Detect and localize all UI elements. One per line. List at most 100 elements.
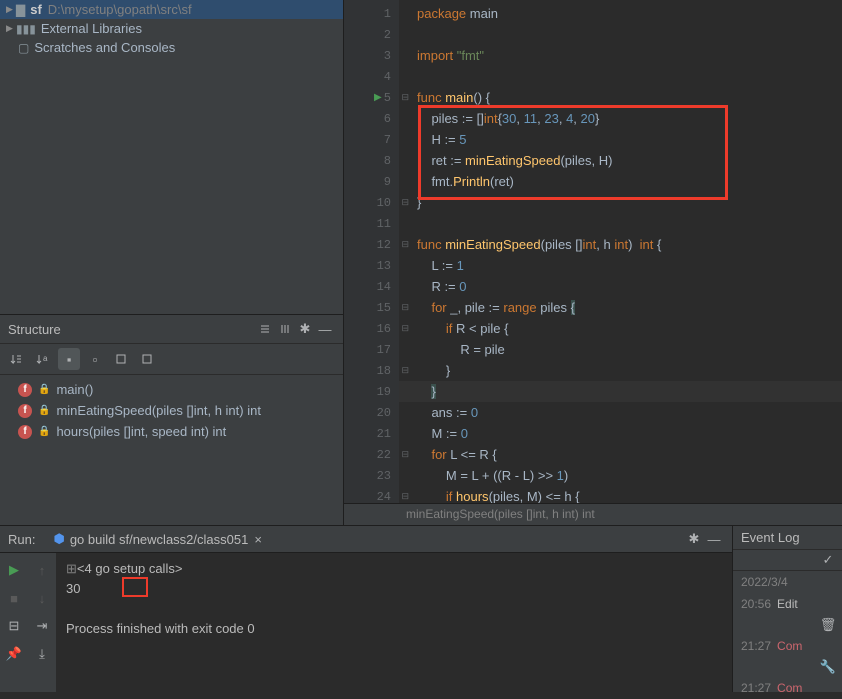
event-time: 21:27 — [741, 681, 771, 695]
event-log-title: Event Log — [733, 526, 842, 550]
code-line[interactable]: M := 0 — [399, 423, 842, 444]
run-config-tab[interactable]: ⬢ go build sf/newclass2/class051 × — [45, 529, 269, 549]
code-line[interactable]: for _, pile := range piles { — [399, 297, 842, 318]
gutter-line[interactable]: 8 — [344, 150, 399, 171]
go-icon: ⬢ — [53, 531, 64, 547]
gutter-line[interactable]: 9 — [344, 171, 399, 192]
gutter-line[interactable]: 23 — [344, 465, 399, 486]
code-line[interactable] — [399, 24, 842, 45]
minimize-icon[interactable]: — — [315, 319, 335, 339]
code-line[interactable]: L := 1 — [399, 255, 842, 276]
gutter-line[interactable]: 13 — [344, 255, 399, 276]
structure-item[interactable]: f🔒minEatingSpeed(piles []int, h int) int — [0, 400, 343, 421]
event-time: 21:27 — [741, 639, 771, 653]
console-exit-line: Process finished with exit code 0 — [66, 619, 722, 639]
gutter-line[interactable]: 19⊟ — [344, 381, 399, 402]
structure-item[interactable]: f 🔒 main() — [0, 379, 343, 400]
project-root-path: D:\mysetup\gopath\src\sf — [48, 2, 192, 17]
trash-icon[interactable]: 🗑 — [820, 617, 836, 633]
wrench-icon[interactable]: 🔧 — [820, 659, 836, 675]
project-tree: ▶ ▇ sf D:\mysetup\gopath\src\sf ▶ ▮▮▮ Ex… — [0, 0, 343, 315]
code-line[interactable] — [399, 66, 842, 87]
gear-icon[interactable]: ✱ — [684, 529, 704, 549]
softwrap-icon[interactable]: ⇥ — [30, 614, 54, 638]
gutter-line[interactable]: 6 — [344, 108, 399, 129]
event-log-panel: Event Log ✓ 2022/3/4 20:56Edit🗑21:27Com🔧… — [732, 526, 842, 692]
code-line[interactable]: R := 0 — [399, 276, 842, 297]
gutter-line[interactable]: 7 — [344, 129, 399, 150]
gutter-line[interactable]: 17 — [344, 339, 399, 360]
sort-visibility-icon[interactable]: a — [32, 348, 54, 370]
filter-fields-icon[interactable]: ▪ — [58, 348, 80, 370]
gutter-line[interactable]: 20 — [344, 402, 399, 423]
code-editor[interactable]: 1234▶5⊟678910⊟1112⊟131415⊟16⊟1718⊟19⊟202… — [344, 0, 842, 525]
code-line[interactable]: if R < pile { — [399, 318, 842, 339]
run-gutter-icon[interactable]: ▶ — [374, 92, 382, 103]
stop-button[interactable]: ■ — [2, 586, 26, 610]
function-badge-icon: f — [18, 383, 32, 397]
structure-item-label: minEatingSpeed(piles []int, h int) int — [56, 403, 261, 418]
run-button[interactable]: ▶ — [2, 558, 26, 582]
code-line[interactable]: package main — [399, 3, 842, 24]
up-icon[interactable]: ↑ — [30, 558, 54, 582]
event-msg: Com — [777, 639, 802, 653]
gutter-line[interactable]: 1 — [344, 3, 399, 24]
code-line[interactable]: for L <= R { — [399, 444, 842, 465]
gutter-line[interactable]: 18⊟ — [344, 360, 399, 381]
lock-icon: 🔒 — [38, 384, 50, 395]
code-line[interactable]: } — [399, 381, 842, 402]
scratches-row[interactable]: ▢ Scratches and Consoles — [0, 38, 343, 57]
project-root-row[interactable]: ▶ ▇ sf D:\mysetup\gopath\src\sf — [0, 0, 343, 19]
code-line[interactable] — [399, 213, 842, 234]
gutter-line[interactable]: ▶5⊟ — [344, 87, 399, 108]
library-icon: ▮▮▮ — [16, 22, 36, 36]
scroll-icon[interactable]: ⤓ — [30, 642, 54, 666]
code-line[interactable]: M = L + ((R - L) >> 1) — [399, 465, 842, 486]
code-line[interactable]: } — [399, 360, 842, 381]
mark-read-icon[interactable]: ✓ — [820, 552, 836, 568]
structure-title: Structure — [8, 322, 255, 337]
gutter-line[interactable]: 10⊟ — [344, 192, 399, 213]
gutter-line[interactable]: 21 — [344, 423, 399, 444]
run-title: Run: — [8, 532, 35, 547]
layout-icon[interactable]: ⊟ — [2, 614, 26, 638]
external-libraries-row[interactable]: ▶ ▮▮▮ External Libraries — [0, 19, 343, 38]
gutter-line[interactable]: 3 — [344, 45, 399, 66]
sort-alpha-icon[interactable] — [6, 348, 28, 370]
autoscroll-icon[interactable] — [110, 348, 132, 370]
event-log-item[interactable]: 20:56 Edit — [733, 593, 842, 615]
gutter-line[interactable]: 22⊟ — [344, 444, 399, 465]
close-icon[interactable]: × — [254, 532, 262, 547]
collapse-icon[interactable] — [275, 319, 295, 339]
code-line[interactable]: R = pile — [399, 339, 842, 360]
gutter-line[interactable]: 12⊟ — [344, 234, 399, 255]
code-line[interactable]: func minEatingSpeed(piles []int, h int) … — [399, 234, 842, 255]
down-icon[interactable]: ↓ — [30, 586, 54, 610]
structure-item-label: hours(piles []int, speed int) int — [56, 424, 226, 439]
filter-classes-icon[interactable]: ▫ — [84, 348, 106, 370]
event-log-item[interactable]: 21:27 Com — [733, 635, 842, 657]
autoscroll-from-icon[interactable] — [136, 348, 158, 370]
minimize-icon[interactable]: — — [704, 529, 724, 549]
gear-icon[interactable]: ✱ — [295, 319, 315, 339]
gutter-line[interactable]: 16⊟ — [344, 318, 399, 339]
project-root-name: sf — [30, 2, 42, 17]
code-line[interactable]: import "fmt" — [399, 45, 842, 66]
pin-icon[interactable]: 📌 — [2, 642, 26, 666]
structure-item[interactable]: f🔒hours(piles []int, speed int) int — [0, 421, 343, 442]
lock-icon: 🔒 — [38, 426, 50, 437]
expand-icon[interactable] — [255, 319, 275, 339]
event-time: 20:56 — [741, 597, 771, 611]
gutter-line[interactable]: 2 — [344, 24, 399, 45]
svg-text:a: a — [43, 354, 48, 363]
structure-item-label: main() — [56, 382, 93, 397]
gutter-line[interactable]: 4 — [344, 66, 399, 87]
editor-breadcrumb[interactable]: minEatingSpeed(piles []int, h int) int — [344, 503, 842, 525]
console-output[interactable]: ⊞<4 go setup calls> 30 Process finished … — [56, 553, 732, 692]
code-line[interactable]: ans := 0 — [399, 402, 842, 423]
event-log-item[interactable]: 21:27Com — [733, 677, 842, 699]
gutter-line[interactable]: 15⊟ — [344, 297, 399, 318]
gutter-line[interactable]: 14 — [344, 276, 399, 297]
event-msg: Edit — [777, 597, 798, 611]
gutter-line[interactable]: 11 — [344, 213, 399, 234]
